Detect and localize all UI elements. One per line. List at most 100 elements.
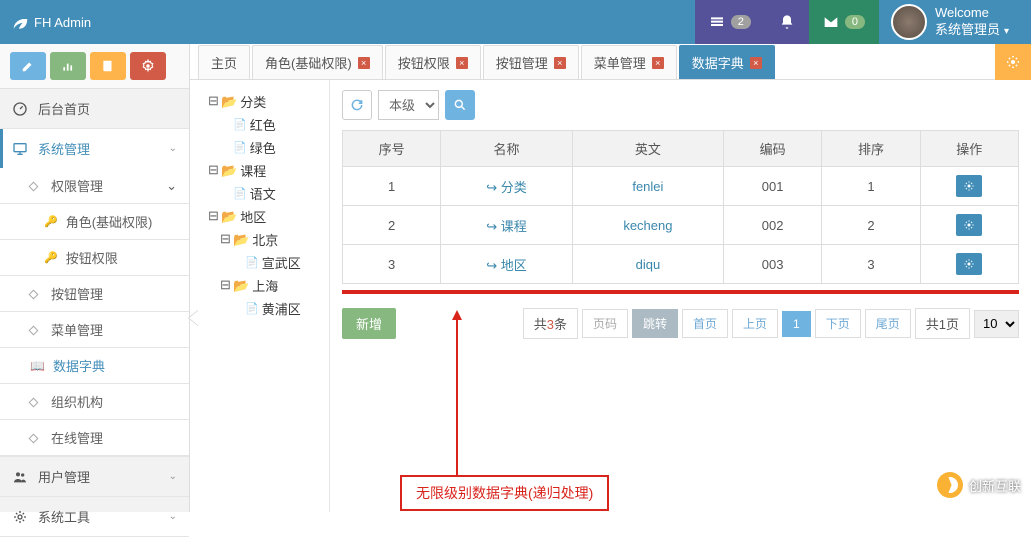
sidebar-btnperm[interactable]: 🔑按钮权限 bbox=[0, 240, 189, 276]
tab-menumgmt[interactable]: 菜单管理× bbox=[581, 45, 677, 79]
total-label: 共3条 bbox=[523, 308, 578, 339]
close-icon[interactable]: × bbox=[358, 57, 370, 69]
refresh-button[interactable] bbox=[342, 90, 372, 120]
nav-mail[interactable]: 0 bbox=[809, 0, 879, 44]
tree-sh[interactable]: ⊟📂上海 bbox=[220, 274, 323, 297]
pager: 共3条 页码 跳转 首页 上页 1 下页 尾页 共1页 10 bbox=[523, 308, 1019, 339]
nav-alerts[interactable] bbox=[765, 0, 809, 44]
sidebar-btnmgmt[interactable]: 按钮管理 bbox=[0, 276, 189, 312]
avatar bbox=[891, 4, 927, 40]
tree-xw[interactable]: 📄宣武区 bbox=[232, 251, 323, 274]
tree-red[interactable]: 📄红色 bbox=[220, 113, 323, 136]
desktop-icon bbox=[12, 141, 28, 157]
tab-dict[interactable]: 数据字典× bbox=[679, 45, 775, 79]
sidebar-dict[interactable]: 📖数据字典 bbox=[0, 348, 189, 384]
tree-hp[interactable]: 📄黄浦区 bbox=[232, 297, 323, 320]
shortcut-edit[interactable] bbox=[10, 52, 46, 80]
next-page[interactable]: 下页 bbox=[815, 309, 861, 338]
sidebar: 后台首页 系统管理⌄ 权限管理⌄ 🔑角色(基础权限) 🔑按钮权限 按钮管理 菜单… bbox=[0, 44, 190, 512]
nav-user[interactable]: Welcome 系统管理员▾ bbox=[879, 0, 1021, 44]
sidebar-online[interactable]: 在线管理 bbox=[0, 420, 189, 456]
bars-icon bbox=[61, 59, 75, 73]
book-icon bbox=[101, 59, 115, 73]
shortcut-stats[interactable] bbox=[50, 52, 86, 80]
tree-chinese[interactable]: 📄语文 bbox=[220, 182, 323, 205]
th-code: 编码 bbox=[724, 131, 822, 167]
tab-role[interactable]: 角色(基础权限)× bbox=[252, 45, 383, 79]
mail-icon bbox=[823, 14, 839, 30]
th-op: 操作 bbox=[920, 131, 1018, 167]
mail-badge: 0 bbox=[845, 15, 865, 29]
shortcut-settings[interactable] bbox=[130, 52, 166, 80]
list-icon bbox=[709, 14, 725, 30]
brand: FH Admin bbox=[10, 13, 91, 31]
sidebar-home[interactable]: 后台首页 bbox=[0, 89, 189, 128]
last-page[interactable]: 尾页 bbox=[865, 309, 911, 338]
row-en-link[interactable]: diqu bbox=[636, 257, 661, 272]
row-action[interactable] bbox=[956, 214, 982, 236]
pages-label: 共1页 bbox=[915, 308, 970, 339]
search-icon bbox=[453, 98, 467, 112]
tree-cat[interactable]: ⊟📂分类 bbox=[208, 90, 323, 113]
th-en: 英文 bbox=[572, 131, 723, 167]
close-icon[interactable]: × bbox=[750, 57, 762, 69]
page-input[interactable]: 页码 bbox=[582, 309, 628, 338]
leaf-icon bbox=[10, 13, 28, 31]
cog-icon bbox=[12, 509, 28, 525]
table-row: 2 ↪ 课程 kecheng 002 2 bbox=[343, 206, 1019, 245]
gear-icon bbox=[1005, 54, 1021, 70]
row-action[interactable] bbox=[956, 253, 982, 275]
tree-region[interactable]: ⊟📂地区 bbox=[208, 205, 323, 228]
tab-home[interactable]: 主页 bbox=[198, 45, 250, 79]
annotation-box: 无限级别数据字典(递归处理) bbox=[400, 475, 609, 511]
close-icon[interactable]: × bbox=[652, 57, 664, 69]
sidebar-org[interactable]: 组织机构 bbox=[0, 384, 189, 420]
page-size[interactable]: 10 bbox=[974, 310, 1019, 338]
level-select[interactable]: 本级 bbox=[378, 90, 439, 120]
tasks-badge: 2 bbox=[731, 15, 751, 29]
sidebar-role[interactable]: 🔑角色(基础权限) bbox=[0, 204, 189, 240]
tree-bj[interactable]: ⊟📂北京 bbox=[220, 228, 323, 251]
gear-icon bbox=[141, 59, 155, 73]
tree-green[interactable]: 📄绿色 bbox=[220, 136, 323, 159]
th-no: 序号 bbox=[343, 131, 441, 167]
first-page[interactable]: 首页 bbox=[682, 309, 728, 338]
tree-course[interactable]: ⊟📂课程 bbox=[208, 159, 323, 182]
bell-icon bbox=[779, 14, 795, 30]
table-row: 1 ↪ 分类 fenlei 001 1 bbox=[343, 167, 1019, 206]
data-table: 序号 名称 英文 编码 排序 操作 1 ↪ 分类 fenlei 001 1 2 … bbox=[342, 130, 1019, 284]
th-sort: 排序 bbox=[822, 131, 920, 167]
add-button[interactable]: 新增 bbox=[342, 308, 396, 339]
tabs-settings[interactable] bbox=[995, 44, 1031, 80]
row-en-link[interactable]: fenlei bbox=[632, 179, 663, 194]
table-row: 3 ↪ 地区 diqu 003 3 bbox=[343, 245, 1019, 284]
search-button[interactable] bbox=[445, 90, 475, 120]
cur-page: 1 bbox=[782, 311, 811, 337]
tab-btnperm[interactable]: 按钮权限× bbox=[385, 45, 481, 79]
welcome-label: Welcome bbox=[935, 5, 1009, 22]
tree-panel: ⊟📂分类 📄红色 📄绿色 ⊟📂课程 📄语文 ⊟📂地区 ⊟📂北京 📄宣武区 ⊟📂上… bbox=[190, 80, 330, 512]
sidebar-perm[interactable]: 权限管理⌄ bbox=[0, 168, 189, 204]
sidebar-usermgmt[interactable]: 用户管理⌄ bbox=[0, 457, 189, 496]
row-name-link[interactable]: ↪ 课程 bbox=[486, 219, 527, 234]
tab-btnmgmt[interactable]: 按钮管理× bbox=[483, 45, 579, 79]
row-name-link[interactable]: ↪ 分类 bbox=[486, 180, 527, 195]
row-action[interactable] bbox=[956, 175, 982, 197]
row-name-link[interactable]: ↪ 地区 bbox=[486, 258, 527, 273]
user-name: 系统管理员 bbox=[935, 22, 1000, 37]
refresh-icon bbox=[350, 98, 364, 112]
red-underline bbox=[342, 290, 1019, 294]
sidebar-system[interactable]: 系统管理⌄ bbox=[0, 129, 189, 168]
shortcut-book[interactable] bbox=[90, 52, 126, 80]
close-icon[interactable]: × bbox=[554, 57, 566, 69]
prev-page[interactable]: 上页 bbox=[732, 309, 778, 338]
close-icon[interactable]: × bbox=[456, 57, 468, 69]
sidebar-tools[interactable]: 系统工具⌄ bbox=[0, 497, 189, 536]
sidebar-menumgmt[interactable]: 菜单管理 bbox=[0, 312, 189, 348]
th-name: 名称 bbox=[441, 131, 572, 167]
watermark-logo bbox=[937, 472, 963, 498]
jump-button[interactable]: 跳转 bbox=[632, 309, 678, 338]
watermark: 创新互联 bbox=[937, 472, 1021, 498]
nav-tasks[interactable]: 2 bbox=[695, 0, 765, 44]
row-en-link[interactable]: kecheng bbox=[623, 218, 672, 233]
